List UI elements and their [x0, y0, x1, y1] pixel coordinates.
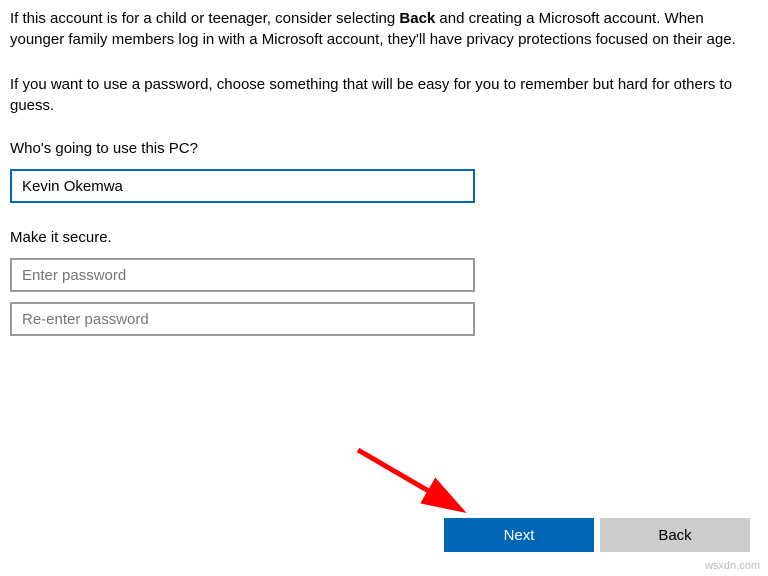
info-text-bold: Back — [399, 10, 435, 27]
back-button[interactable]: Back — [600, 518, 750, 552]
button-row: Next Back — [444, 518, 750, 552]
watermark-text: wsxdn.com — [705, 560, 760, 572]
username-input[interactable] — [10, 169, 475, 203]
username-label: Who's going to use this PC? — [10, 140, 758, 157]
password-input[interactable] — [10, 258, 475, 292]
info-text-1a: If this account is for a child or teenag… — [10, 10, 399, 27]
reenter-password-input[interactable] — [10, 302, 475, 336]
secure-label: Make it secure. — [10, 229, 758, 246]
info-paragraph-2: If you want to use a password, choose so… — [10, 74, 750, 116]
info-paragraph-1: If this account is for a child or teenag… — [10, 8, 750, 50]
next-button[interactable]: Next — [444, 518, 594, 552]
arrow-annotation-icon — [350, 442, 480, 522]
